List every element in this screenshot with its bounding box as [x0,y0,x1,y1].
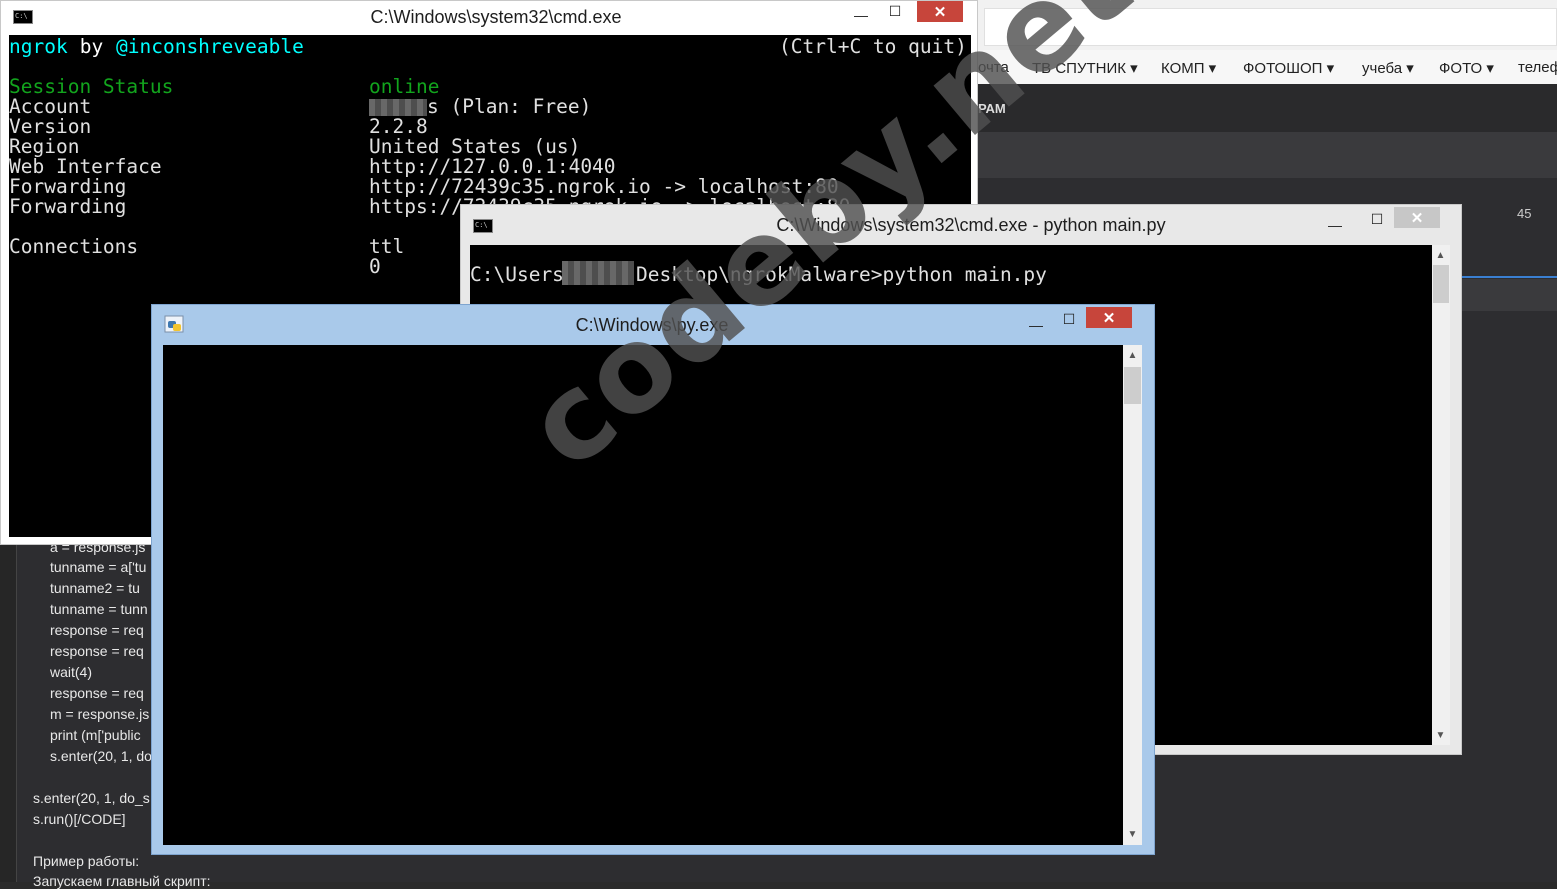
maximize-button[interactable]: ☐ [1361,209,1393,229]
ngrok-app-name: ngrok [9,35,68,58]
code-line: s.enter(20, 1, do_s [33,790,150,806]
title-bar[interactable]: C:\Windows\py.exe — ☐ ✕ [152,305,1154,345]
minimize-button[interactable]: — [845,5,877,25]
close-button[interactable]: ✕ [1086,307,1132,328]
close-button[interactable]: ✕ [917,1,963,22]
web-interface-value: http://127.0.0.1:4040 [369,155,616,178]
prompt-prefix: C:\Users [470,263,564,286]
editor-gutter [0,540,17,882]
bookmark-photoshop[interactable]: ФОТОШОП ▾ [1243,59,1334,77]
prompt-command: Desktop\ngrokMalware>python main.py [636,263,1047,286]
code-line: response = req [50,685,144,701]
post-count: 45 [1517,206,1532,221]
code-line: print (m['public [50,727,141,743]
address-bar[interactable] [984,8,1557,46]
session-status-label: Session Status [9,75,174,98]
bookmark-mail[interactable]: очта [978,59,1009,76]
bookmark-ucheba[interactable]: учеба ▾ [1362,59,1414,77]
title-bar[interactable]: C:\Windows\system32\cmd.exe — ☐ ✕ [1,1,977,35]
code-line: tunname = a['tu [50,559,147,575]
account-value: s (Plan: Free) [427,95,592,118]
cmd-icon [473,219,493,233]
maximize-button[interactable]: ☐ [1053,309,1085,329]
bookmark-tv-sputnik[interactable]: ТВ СПУТНИК ▾ [1032,59,1138,77]
connections-ttl-value: 0 [369,255,381,278]
code-line: tunname2 = tu [50,580,140,596]
code-line: wait(4) [50,664,93,680]
scroll-thumb[interactable] [1124,367,1141,404]
bookmark-foto[interactable]: ФОТО ▾ [1439,59,1494,77]
window-title: C:\Windows\system32\cmd.exe - python mai… [776,215,1166,235]
ngrok-author: @inconshreveable [116,35,304,58]
forum-subnav [978,132,1557,178]
bookmark-tel[interactable]: телеф [1518,59,1557,76]
forum-band [1462,279,1557,311]
code-line: response = req [50,622,144,638]
forum-nav-item[interactable]: РАМ [978,101,1006,116]
code-line: tunname = tunn [50,601,148,617]
code-line: m = response.js [50,706,150,722]
title-bar[interactable]: C:\Windows\system32\cmd.exe - python mai… [461,205,1461,245]
console-output[interactable] [163,345,1123,845]
redacted-username [562,261,634,285]
cmd-icon [13,10,33,24]
vertical-scrollbar[interactable]: ▲ ▼ [1432,245,1450,745]
window-title: C:\Windows\py.exe [575,315,729,335]
code-line: response = req [50,643,144,659]
minimize-button[interactable]: — [1020,315,1052,335]
vertical-scrollbar[interactable]: ▲ ▼ [1123,345,1142,845]
pyexe-window[interactable]: C:\Windows\py.exe — ☐ ✕ ▲ ▼ [151,304,1155,855]
post-text: Запускаем главный скрипт: [33,873,211,889]
version-label: Version [9,115,92,138]
redacted-username [369,99,427,116]
code-line: s.run()[/CODE] [33,811,126,827]
scroll-down-arrow[interactable]: ▼ [1124,826,1141,842]
forwarding-label: Forwarding [9,195,127,218]
forwarding-label: Forwarding [9,175,127,198]
minimize-button[interactable]: — [1319,215,1351,235]
python-icon [164,315,184,333]
scroll-up-arrow[interactable]: ▲ [1124,347,1141,363]
scroll-thumb[interactable] [1433,265,1449,303]
version-value: 2.2.8 [369,115,428,138]
forwarding-http-value: http://72439c35.ngrok.io -> localhost:80 [369,175,839,198]
region-value: United States (us) [369,135,581,158]
bookmark-komp[interactable]: КОМП ▾ [1161,59,1216,77]
maximize-button[interactable]: ☐ [879,1,911,21]
ngrok-by: by [68,35,115,58]
region-label: Region [9,135,80,158]
account-label: Account [9,95,92,118]
post-text: Пример работы: [33,853,140,869]
connections-ttl-header: ttl [369,235,405,258]
web-interface-label: Web Interface [9,155,162,178]
close-button[interactable]: ✕ [1394,207,1440,228]
quit-hint: (Ctrl+C to quit) [779,35,967,58]
scroll-up-arrow[interactable]: ▲ [1432,247,1449,263]
bookmarks-bar: очта ТВ СПУТНИК ▾ КОМП ▾ ФОТОШОП ▾ учеба… [978,50,1557,84]
forum-nav: РАМ [978,84,1557,132]
connections-label: Connections [9,235,139,258]
session-status-value: online [369,75,440,98]
scroll-down-arrow[interactable]: ▼ [1432,727,1449,743]
code-line: s.enter(20, 1, do [50,748,152,764]
window-title: C:\Windows\system32\cmd.exe [370,7,622,27]
active-tab-underline [1462,276,1557,278]
